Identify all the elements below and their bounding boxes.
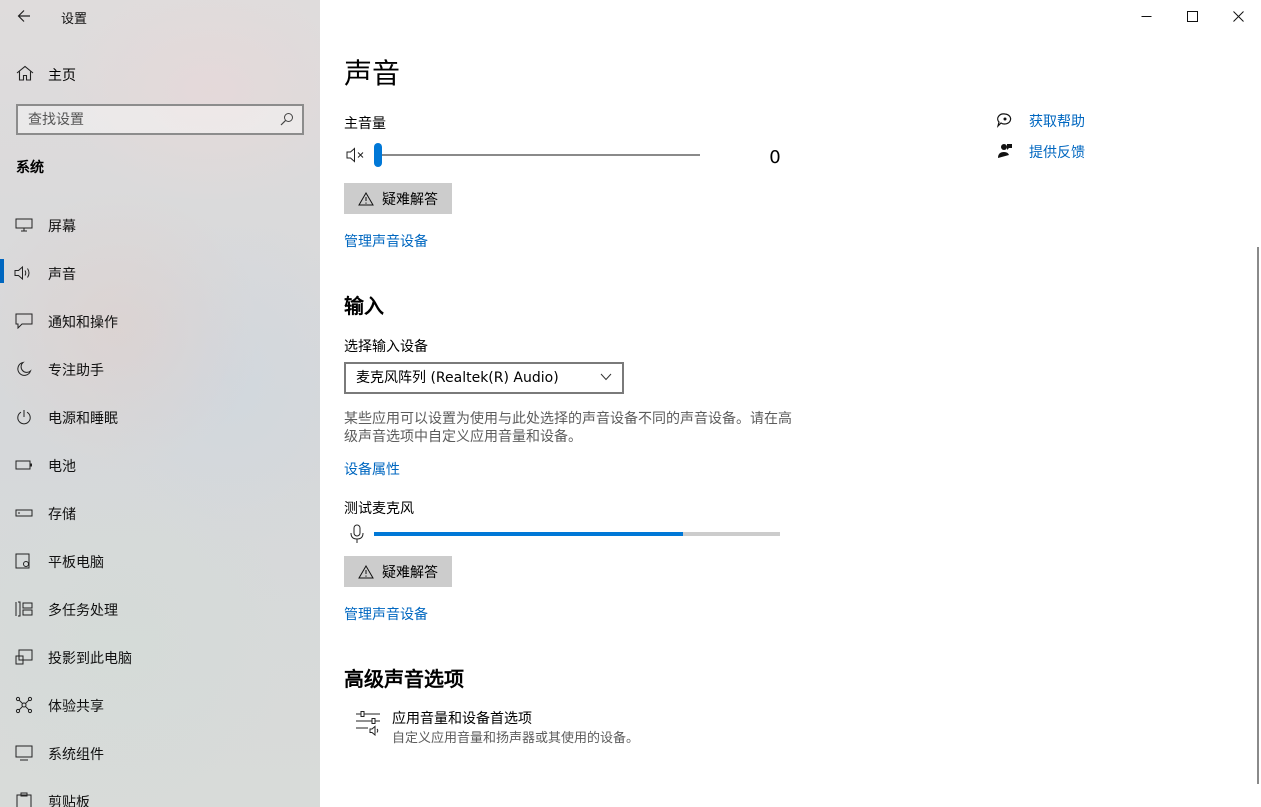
storage-icon [14,504,34,522]
chevron-down-icon [600,373,612,381]
sidebar-item-label: 体验共享 [48,699,104,715]
sidebar-item-display[interactable]: 屏幕 [0,208,320,256]
input-description: 某些应用可以设置为使用与此处选择的声音设备不同的声音设备。请在高级声音选项中自定… [344,411,792,445]
search-input[interactable] [18,106,258,133]
notification-icon [14,312,34,330]
volume-value: 0 [769,147,781,168]
maximize-icon [1186,10,1198,22]
sidebar-item-focus[interactable]: 专注助手 [0,352,320,400]
moon-icon [14,360,34,378]
advanced-heading: 高级声音选项 [344,667,464,691]
sidebar-item-home[interactable]: 主页 [0,57,320,89]
window-controls [1123,0,1261,32]
components-icon [14,744,34,762]
select-input-device-label: 选择输入设备 [344,339,428,355]
mic-level-fill [374,532,683,536]
sidebar-item-label: 系统组件 [48,747,104,763]
button-label: 疑难解答 [382,564,438,581]
sidebar-item-sound[interactable]: 声音 [0,256,320,304]
sidebar-item-tablet[interactable]: 平板电脑 [0,544,320,592]
help-chat-icon [996,113,1012,128]
feedback-icon [998,144,1012,158]
scrollbar[interactable] [1257,247,1259,784]
app-volume-subtitle: 自定义应用音量和扬声器或其使用的设备。 [392,731,640,746]
close-icon [1232,10,1244,22]
sidebar-item-label: 多任务处理 [48,603,118,619]
clipboard-icon [14,792,34,807]
microphone-icon [350,524,364,543]
volume-slider-thumb[interactable] [374,143,382,167]
manage-sound-devices-link[interactable]: 管理声音设备 [344,231,428,251]
sidebar-item-label: 声音 [48,267,76,283]
get-help-link[interactable]: 获取帮助 [1029,111,1085,131]
sidebar-item-label: 电池 [48,459,76,475]
input-heading: 输入 [344,294,384,318]
sidebar-item-label: 剪贴板 [48,795,90,807]
back-button[interactable] [12,5,36,27]
sidebar-item-label: 专注助手 [48,363,104,379]
app-volume-link[interactable]: 应用音量和设备首选项 [392,708,532,728]
warning-icon [358,564,374,578]
search-box[interactable] [16,104,304,135]
title-bar: 设置 [0,0,320,32]
input-device-dropdown[interactable]: 麦克风阵列 (Realtek(R) Audio) [344,362,624,394]
sidebar-item-shared-experiences[interactable]: 体验共享 [0,688,320,736]
sidebar-item-notifications[interactable]: 通知和操作 [0,304,320,352]
sidebar-item-label: 平板电脑 [48,555,104,571]
volume-slider-track[interactable] [377,154,700,156]
sidebar-item-label: 屏幕 [48,219,76,235]
app-title: 设置 [61,12,88,27]
sidebar-item-label: 通知和操作 [48,315,118,331]
multitask-icon [14,600,34,618]
project-icon [14,648,34,666]
battery-icon [14,456,34,474]
sidebar: 设置 主页 系统 屏幕 声音 [0,0,320,807]
sidebar-item-battery[interactable]: 电池 [0,448,320,496]
monitor-icon [14,216,34,234]
troubleshoot-input-button[interactable]: 疑难解答 [344,556,452,587]
give-feedback-link[interactable]: 提供反馈 [1029,142,1085,162]
maximize-button[interactable] [1169,0,1215,32]
back-arrow-icon [17,10,30,22]
page-title: 声音 [344,57,401,90]
sidebar-item-label: 主页 [48,68,76,84]
device-properties-link[interactable]: 设备属性 [344,459,400,479]
power-icon [14,408,34,426]
sidebar-item-storage[interactable]: 存储 [0,496,320,544]
sliders-speaker-icon[interactable] [355,710,381,736]
home-icon [16,65,34,81]
manage-sound-devices-link-input[interactable]: 管理声音设备 [344,604,428,624]
troubleshoot-output-button[interactable]: 疑难解答 [344,183,452,214]
button-label: 疑难解答 [382,191,438,208]
test-mic-label: 测试麦克风 [344,501,414,517]
section-label: 系统 [16,160,44,176]
minimize-icon [1141,15,1151,17]
sidebar-item-multitasking[interactable]: 多任务处理 [0,592,320,640]
mic-level-meter [374,532,780,536]
speaker-icon [14,264,34,282]
tablet-icon [14,552,34,570]
speaker-muted-icon[interactable] [346,146,368,164]
close-button[interactable] [1215,0,1261,32]
master-volume-label: 主音量 [344,116,386,132]
search-icon[interactable] [280,112,294,126]
warning-icon [358,191,374,205]
sidebar-item-clipboard[interactable]: 剪贴板 [0,784,320,807]
sidebar-item-system-components[interactable]: 系统组件 [0,736,320,784]
sidebar-item-power[interactable]: 电源和睡眠 [0,400,320,448]
main-content: 声音 主音量 0 疑难解答 管理声音设备 输入 选择输入设备 麦克风阵列 (Re… [320,0,1261,807]
sidebar-item-label: 投影到此电脑 [48,651,132,667]
sidebar-item-label: 存储 [48,507,76,523]
dropdown-value: 麦克风阵列 (Realtek(R) Audio) [356,370,559,386]
share-icon [14,696,34,714]
sidebar-item-label: 电源和睡眠 [48,411,118,427]
sidebar-item-project[interactable]: 投影到此电脑 [0,640,320,688]
sidebar-nav: 屏幕 声音 通知和操作 专注助手 电源和睡眠 电池 存储 平板电脑 多任务处理 … [0,208,320,807]
minimize-button[interactable] [1123,0,1169,32]
